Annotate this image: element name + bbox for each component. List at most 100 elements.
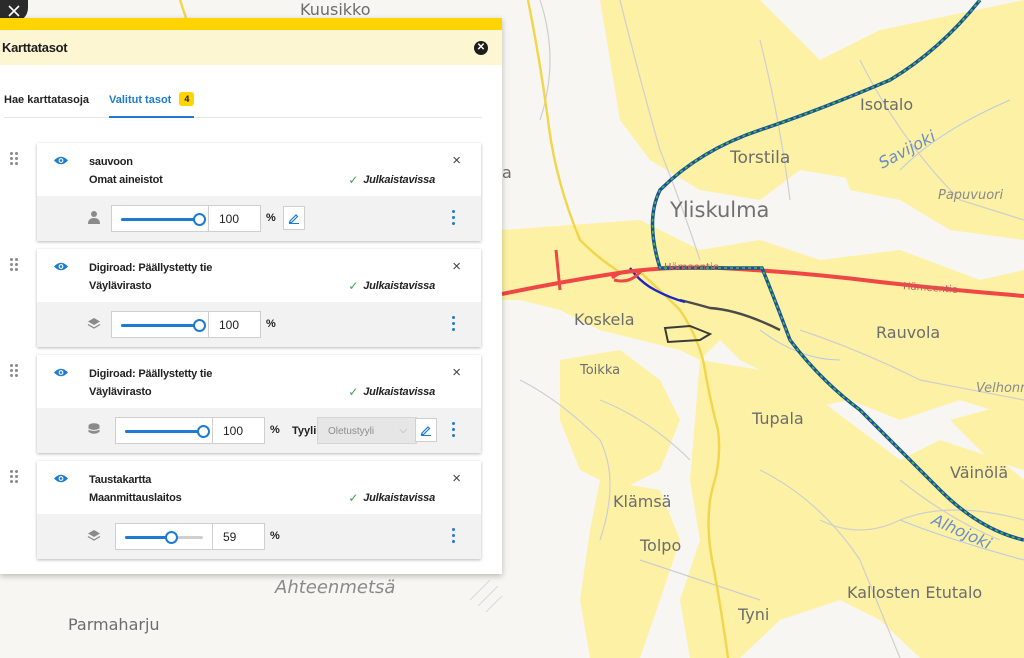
place-label: Ahteenmetsä (275, 577, 396, 598)
visibility-eye-icon[interactable] (53, 473, 69, 484)
percent-label: % (266, 212, 276, 224)
chevron-down-icon: ⌵ (399, 425, 407, 436)
opacity-input[interactable]: 100 (212, 417, 265, 444)
remove-layer-button[interactable]: × (452, 471, 461, 486)
layer-card: sauvoon Omat aineistot × ✓ Julkaistavissa… (37, 143, 481, 241)
visibility-eye-icon[interactable] (53, 261, 69, 272)
layers-icon (87, 318, 101, 329)
check-icon: ✓ (348, 385, 359, 399)
place-label: Yliskulma (670, 198, 770, 222)
remove-layer-button[interactable]: × (452, 153, 461, 168)
panel-header: Karttatasot ✕ (0, 30, 502, 65)
drag-handle[interactable] (10, 152, 20, 168)
place-label: a (502, 163, 512, 182)
panel-tabs: Hae karttatasoja Valitut tasot 4 (4, 90, 482, 118)
place-label: Papuvuori (938, 188, 1004, 203)
style-select[interactable]: Oletustyyli ⌵ (317, 417, 417, 444)
database-icon (88, 423, 100, 434)
place-label: Klämsä (613, 492, 672, 511)
opacity-slider[interactable] (111, 205, 209, 232)
publish-status: ✓ Julkaistavissa (348, 173, 435, 187)
tab-selected-layers[interactable]: Valitut tasot 4 (109, 90, 195, 118)
place-label: Väinölä (950, 463, 1009, 482)
map-layers-panel: Karttatasot ✕ Hae karttatasoja Valitut t… (0, 18, 502, 574)
place-label: Parmaharju (68, 615, 160, 634)
panel-title: Karttatasot (2, 40, 68, 55)
place-label: Tupala (752, 409, 804, 428)
edit-style-button[interactable] (415, 418, 437, 442)
layers-icon (87, 530, 101, 541)
remove-layer-button[interactable]: × (452, 365, 461, 380)
road-label: Hämeentie (664, 262, 719, 273)
place-label: Rauvola (876, 323, 941, 342)
selected-count-badge: 4 (179, 92, 195, 106)
layer-menu-button[interactable] (451, 314, 457, 334)
publish-status-text: Julkaistavissa (363, 492, 435, 504)
publish-status: ✓ Julkaistavissa (348, 279, 435, 293)
publish-status: ✓ Julkaistavissa (348, 491, 435, 505)
percent-label: % (270, 530, 280, 542)
place-label: Kallosten Etutalo (847, 583, 983, 602)
opacity-input[interactable]: 100 (208, 311, 261, 338)
layer-menu-button[interactable] (451, 526, 457, 546)
check-icon: ✓ (348, 173, 359, 187)
slider-knob[interactable] (165, 531, 179, 544)
publish-status-text: Julkaistavissa (363, 280, 435, 292)
slider-knob[interactable] (193, 213, 206, 226)
place-label: Torstila (730, 148, 791, 168)
percent-label: % (266, 318, 276, 330)
drag-handle[interactable] (10, 470, 20, 486)
layer-source: Väylävirasto (89, 386, 152, 398)
place-label: Tolpo (640, 536, 682, 555)
tab-label: Valitut tasot (109, 94, 172, 106)
slider-fill (121, 324, 199, 327)
check-icon: ✓ (348, 491, 359, 505)
layer-name: Digiroad: Päällystetty tie (89, 262, 213, 274)
tab-search-layers[interactable]: Hae karttatasoja (4, 90, 89, 118)
slider-knob[interactable] (197, 425, 210, 438)
layer-card: Digiroad: Päällystetty tie Väylävirasto … (37, 355, 481, 453)
percent-label: % (270, 424, 280, 436)
place-label: Toikka (580, 363, 621, 378)
tab-label: Hae karttatasoja (4, 94, 89, 106)
style-select-value: Oletustyyli (328, 426, 375, 437)
pencil-icon (288, 214, 299, 224)
publish-status: ✓ Julkaistavissa (348, 385, 435, 399)
place-label: Tyni (738, 605, 770, 624)
place-label: Kuusikko (300, 0, 371, 19)
place-label: Isotalo (860, 95, 914, 114)
remove-layer-button[interactable]: × (452, 259, 461, 274)
layer-source: Maanmittauslaitos (89, 492, 182, 504)
layer-card: Digiroad: Päällystetty tie Väylävirasto … (37, 249, 481, 347)
opacity-input[interactable]: 100 (208, 205, 261, 232)
slider-fill (121, 218, 199, 221)
slider-fill (125, 430, 203, 433)
layer-name: sauvoon (89, 156, 133, 168)
arrows-icon (8, 5, 20, 17)
edit-style-button[interactable] (283, 206, 305, 230)
user-icon (88, 211, 100, 224)
opacity-slider[interactable] (115, 523, 213, 550)
layer-source: Väylävirasto (89, 280, 152, 292)
drag-handle[interactable] (10, 364, 20, 380)
opacity-slider[interactable] (115, 417, 213, 444)
check-icon: ✓ (348, 279, 359, 293)
layer-name: Digiroad: Päällystetty tie (89, 368, 213, 380)
layer-name: Taustakartta (89, 474, 152, 486)
layer-card: Taustakartta Maanmittauslaitos × ✓ Julkai… (37, 461, 481, 559)
visibility-eye-icon[interactable] (53, 367, 69, 378)
layer-menu-button[interactable] (451, 420, 457, 440)
pencil-icon (420, 426, 431, 436)
publish-status-text: Julkaistavissa (363, 174, 435, 186)
layer-source: Omat aineistot (89, 174, 163, 186)
publish-status-text: Julkaistavissa (363, 386, 435, 398)
drag-handle[interactable] (10, 258, 20, 274)
layer-menu-button[interactable] (451, 208, 457, 228)
opacity-slider[interactable] (111, 311, 209, 338)
opacity-input[interactable]: 59 (212, 523, 265, 550)
slider-knob[interactable] (193, 319, 206, 332)
visibility-eye-icon[interactable] (53, 155, 69, 166)
place-label: Velhonm (976, 381, 1024, 396)
close-panel-button[interactable]: ✕ (474, 40, 488, 55)
style-label: Tyyli (292, 425, 317, 437)
